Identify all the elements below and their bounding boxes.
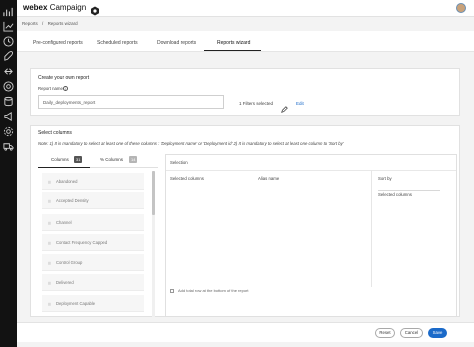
cancel-button[interactable]: Cancel xyxy=(400,328,423,338)
column-tabs: Columns 31 % Columns 14 xyxy=(38,153,158,168)
columns-count-badge: 31 xyxy=(74,156,83,163)
list-item[interactable]: ⠿ Accepted Density xyxy=(42,192,144,209)
avatar[interactable] xyxy=(456,3,466,13)
drag-handle-icon[interactable]: ⠿ xyxy=(48,261,51,266)
sort-by-header: Sort by xyxy=(378,176,392,181)
report-tabs: Pre-configured reports Scheduled reports… xyxy=(17,31,474,52)
settings-icon[interactable] xyxy=(3,126,14,137)
info-icon[interactable]: i xyxy=(63,85,68,91)
tab-percent-columns[interactable]: % Columns xyxy=(100,157,123,162)
clock-icon[interactable] xyxy=(3,36,14,47)
add-total-row-checkbox[interactable] xyxy=(170,289,174,293)
drag-handle-icon[interactable]: ⠿ xyxy=(48,199,51,204)
list-item[interactable]: ⠿ Deployment Capable xyxy=(42,295,144,312)
help-icon[interactable] xyxy=(90,3,100,16)
sidebar xyxy=(0,0,17,347)
target-icon[interactable] xyxy=(3,81,14,92)
breadcrumb-reports[interactable]: Reports xyxy=(22,21,38,26)
chart-icon[interactable] xyxy=(3,6,14,17)
list-item[interactable]: ⠿ Abandoned xyxy=(42,173,144,190)
drag-handle-icon[interactable]: ⠿ xyxy=(48,221,51,226)
tab-preconfigured-reports[interactable]: Pre-configured reports xyxy=(33,40,83,46)
selection-title: Selection xyxy=(170,160,188,165)
report-name-label: Report name xyxy=(38,86,63,91)
divider xyxy=(166,170,456,171)
drag-handle-icon[interactable]: ⠿ xyxy=(48,302,51,307)
divider xyxy=(371,170,372,287)
product-name: Campaign xyxy=(49,3,87,12)
truck-icon[interactable] xyxy=(3,141,14,152)
sort-selected-columns-header: Selected columns xyxy=(378,192,412,197)
filters-selected-text: 1 Filters selected xyxy=(239,101,274,106)
drag-handle-icon[interactable]: ⠿ xyxy=(48,241,51,246)
list-item[interactable]: ⠿ Contact Frequency Capped xyxy=(42,234,144,251)
rocket-icon[interactable] xyxy=(3,51,14,62)
list-item[interactable]: ⠿ Channel xyxy=(42,214,144,231)
active-tab-indicator xyxy=(204,50,261,51)
percent-columns-count-badge: 14 xyxy=(129,156,138,163)
tab-reports-wizard[interactable]: Reports wizard xyxy=(217,40,250,46)
save-button[interactable]: Save xyxy=(428,328,447,338)
add-total-row-option[interactable]: Add total row at the bottom of the repor… xyxy=(170,288,369,295)
drag-handle-icon[interactable]: ⠿ xyxy=(48,281,51,286)
create-report-title: Create your own report xyxy=(38,75,90,81)
available-columns-list: ⠿ Abandoned ⠿ Accepted Density ⠿ Channel ⠿ C… xyxy=(38,171,152,317)
tab-download-reports[interactable]: Download reports xyxy=(157,40,196,46)
chart-icon[interactable] xyxy=(3,21,14,32)
selected-columns-header: Selected columns xyxy=(170,176,204,181)
edit-filters-link[interactable]: Edit xyxy=(296,101,304,106)
alias-name-header: Alias name xyxy=(258,176,280,181)
tab-scheduled-reports[interactable]: Scheduled reports xyxy=(97,40,138,46)
drag-handle-icon[interactable]: ⠿ xyxy=(48,180,51,185)
reset-button[interactable]: Reset xyxy=(375,328,395,338)
create-report-panel: Create your own report Report name i 1 F… xyxy=(30,68,460,116)
app-logo: webex Campaign xyxy=(23,3,86,12)
pencil-icon[interactable] xyxy=(281,100,288,113)
columns-scrollbar-thumb[interactable] xyxy=(152,171,155,215)
select-columns-title: Select columns xyxy=(38,130,72,136)
list-item[interactable]: ⠿ Control Group xyxy=(42,254,144,271)
breadcrumb: Reports / Reports wizard xyxy=(22,21,81,26)
breadcrumb-separator: / xyxy=(42,21,44,26)
select-columns-panel: Select columns Note: 1) It is mandatory … xyxy=(30,125,460,317)
connector-icon[interactable] xyxy=(3,66,14,77)
selection-area: Selection Selected columns Alias name So… xyxy=(165,154,457,317)
divider xyxy=(378,190,440,191)
active-column-tab-indicator xyxy=(38,167,90,168)
top-bar: webex Campaign xyxy=(17,0,474,17)
breadcrumb-current: Reports wizard xyxy=(47,21,78,26)
report-name-input[interactable] xyxy=(38,95,224,109)
mandatory-note: Note: 1) It is mandatory to select at le… xyxy=(38,141,344,146)
add-total-row-label: Add total row at the bottom of the repor… xyxy=(178,288,249,293)
list-item[interactable]: ⠿ Delivered xyxy=(42,274,144,291)
tab-columns[interactable]: Columns xyxy=(51,157,69,162)
brand-name: webex xyxy=(23,3,48,12)
database-icon[interactable] xyxy=(3,96,14,107)
footer-bar: Reset Cancel Save xyxy=(17,322,474,342)
megaphone-icon[interactable] xyxy=(3,111,14,122)
